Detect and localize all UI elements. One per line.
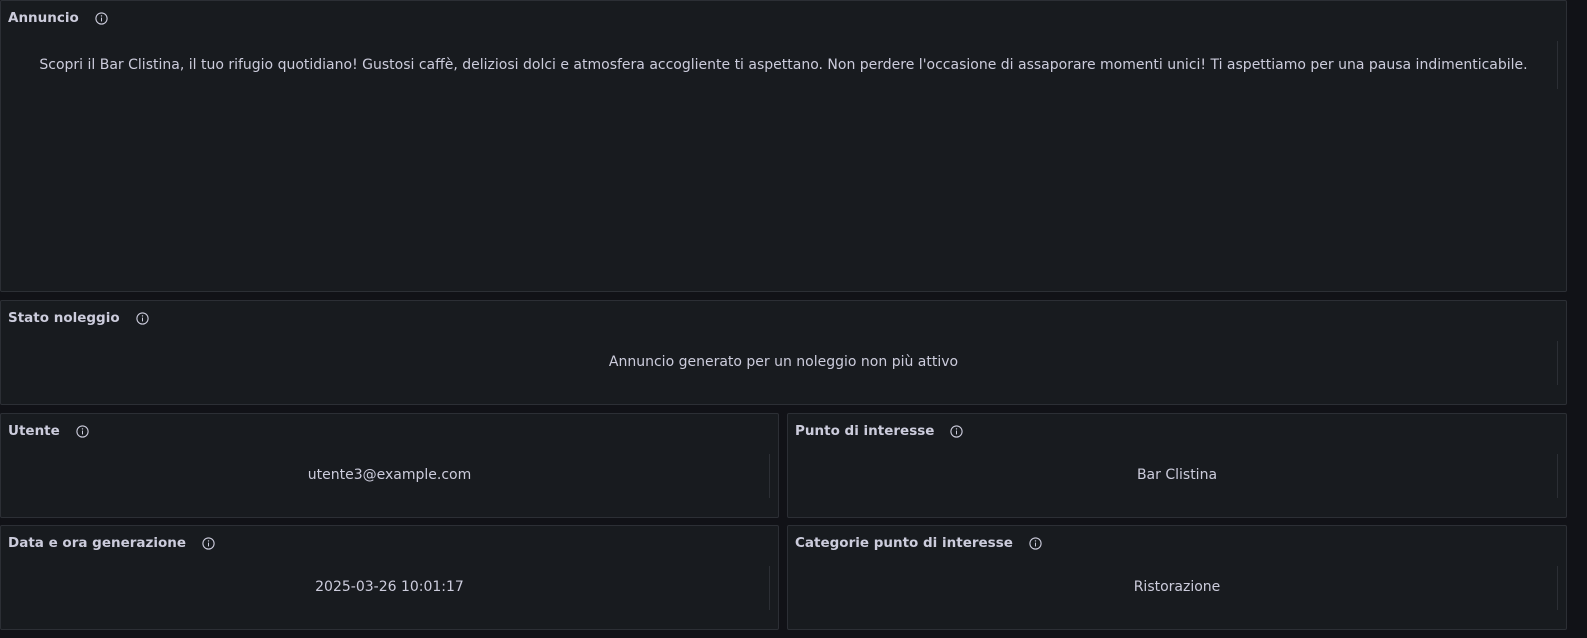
panel-title-punto-interesse: Punto di interesse bbox=[795, 423, 935, 439]
scroll-indicator bbox=[1557, 454, 1558, 498]
info-icon[interactable] bbox=[1029, 536, 1042, 550]
scroll-indicator bbox=[769, 454, 770, 498]
panel-title-utente: Utente bbox=[8, 423, 60, 439]
scroll-indicator bbox=[769, 566, 770, 610]
info-icon[interactable] bbox=[135, 311, 149, 325]
panel-title-annuncio: Annuncio bbox=[8, 10, 79, 26]
panel-value-punto-interesse: Bar Clistina bbox=[1136, 467, 1218, 483]
panel-header: Annuncio bbox=[8, 8, 108, 28]
dashboard-grid: Annuncio Scopri il Bar Clistina, il tuo … bbox=[0, 0, 1587, 638]
panel-value-annuncio: Scopri il Bar Clistina, il tuo rifugio q… bbox=[39, 57, 1528, 73]
panel-title-data-ora: Data e ora generazione bbox=[8, 535, 187, 551]
panel-utente: Utente utente3@example.com bbox=[0, 413, 779, 518]
info-icon[interactable] bbox=[95, 11, 108, 25]
panel-data-ora: Data e ora generazione 2025-03-26 10:01:… bbox=[0, 525, 779, 630]
info-icon[interactable] bbox=[950, 424, 964, 438]
panel-value-data-ora: 2025-03-26 10:01:17 bbox=[315, 579, 464, 595]
panel-punto-interesse: Punto di interesse Bar Clistina bbox=[787, 413, 1567, 518]
panel-header: Categorie punto di interesse bbox=[795, 533, 1042, 553]
panel-stato-noleggio: Stato noleggio Annuncio generato per un … bbox=[0, 300, 1567, 405]
scroll-indicator bbox=[1557, 341, 1558, 385]
panel-annuncio: Annuncio Scopri il Bar Clistina, il tuo … bbox=[0, 0, 1567, 292]
info-icon[interactable] bbox=[202, 536, 215, 550]
panel-title-categorie: Categorie punto di interesse bbox=[795, 535, 1013, 551]
panel-title-stato-noleggio: Stato noleggio bbox=[8, 310, 120, 326]
panel-header: Utente bbox=[8, 421, 89, 441]
panel-header: Stato noleggio bbox=[8, 308, 149, 328]
panel-header: Data e ora generazione bbox=[8, 533, 215, 553]
scroll-indicator bbox=[1557, 41, 1558, 89]
info-icon[interactable] bbox=[76, 424, 89, 438]
panel-value-utente: utente3@example.com bbox=[307, 467, 472, 483]
panel-value-stato-noleggio: Annuncio generato per un noleggio non pi… bbox=[608, 354, 959, 370]
scroll-indicator bbox=[1557, 566, 1558, 610]
panel-categorie: Categorie punto di interesse Ristorazion… bbox=[787, 525, 1567, 630]
panel-value-categorie: Ristorazione bbox=[1133, 579, 1221, 595]
panel-header: Punto di interesse bbox=[795, 421, 964, 441]
